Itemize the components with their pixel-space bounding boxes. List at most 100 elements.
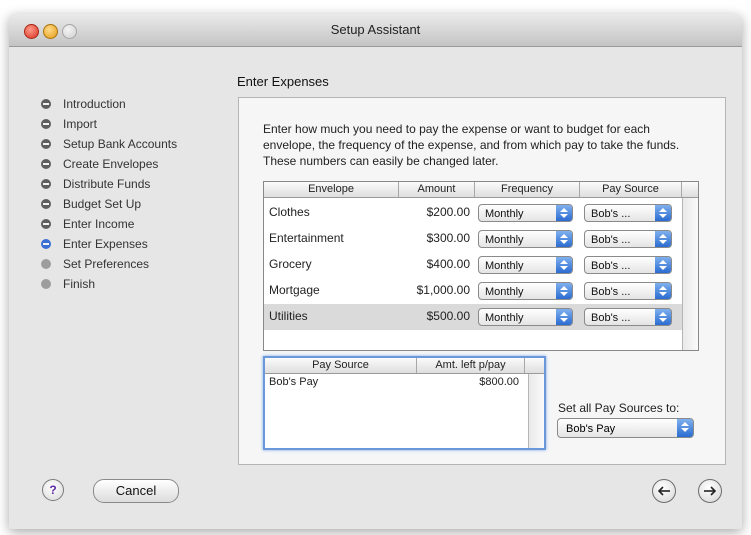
set-all-pay-sources-popup[interactable]: Bob's Pay	[557, 418, 694, 438]
title-bar[interactable]: Setup Assistant	[9, 14, 742, 47]
amount-cell[interactable]: $300.00	[404, 231, 470, 245]
popup-arrows-icon	[655, 205, 671, 221]
page-title: Enter Expenses	[237, 74, 329, 89]
step-label: Create Envelopes	[63, 157, 159, 171]
step-label: Budget Set Up	[63, 197, 142, 211]
pay-source-table-header: Pay Source Amt. left p/pay	[265, 358, 544, 374]
step-done-icon	[41, 199, 51, 209]
step-label: Distribute Funds	[63, 177, 151, 191]
amount-cell[interactable]: $1,000.00	[404, 283, 470, 297]
frequency-popup[interactable]: Monthly	[478, 308, 573, 326]
step-finish: Finish	[41, 274, 177, 294]
envelope-cell: Utilities	[269, 309, 308, 323]
step-label: Enter Income	[63, 217, 135, 231]
pay-source-value: Bob's ...	[591, 260, 631, 272]
window-title: Setup Assistant	[330, 22, 421, 37]
step-done-icon	[41, 139, 51, 149]
popup-arrows-icon	[556, 205, 572, 221]
pay-source-popup[interactable]: Bob's ...	[584, 204, 672, 222]
pay-source-value: Bob's ...	[591, 312, 631, 324]
amount-cell[interactable]: $400.00	[404, 257, 470, 271]
step-setup-bank-accounts: Setup Bank Accounts	[41, 134, 177, 154]
help-button[interactable]: ?	[42, 479, 64, 501]
popup-arrows-icon	[655, 231, 671, 247]
envelope-cell: Grocery	[269, 257, 312, 271]
step-introduction: Introduction	[41, 94, 177, 114]
set-all-pay-sources-value: Bob's Pay	[566, 423, 616, 435]
steps-list: Introduction Import Setup Bank Accounts …	[41, 94, 177, 294]
popup-arrows-icon	[556, 257, 572, 273]
continue-button[interactable]	[698, 479, 722, 503]
step-pending-icon	[41, 279, 51, 289]
step-pending-icon	[41, 259, 51, 269]
popup-arrows-icon	[556, 283, 572, 299]
pay-source-value: Bob's ...	[591, 234, 631, 246]
frequency-value: Monthly	[485, 208, 524, 220]
step-done-icon	[41, 179, 51, 189]
step-done-icon	[41, 99, 51, 109]
column-header-pay-source[interactable]: Pay Source	[580, 182, 682, 197]
popup-arrows-icon	[655, 309, 671, 325]
step-label: Setup Bank Accounts	[63, 137, 178, 151]
step-done-icon	[41, 119, 51, 129]
amount-cell[interactable]: $200.00	[404, 205, 470, 219]
pay-source-value: Bob's ...	[591, 286, 631, 298]
column-header-envelope[interactable]: Envelope	[264, 182, 399, 197]
popup-arrows-icon	[677, 419, 693, 437]
envelope-cell: Clothes	[269, 205, 310, 219]
frequency-popup[interactable]: Monthly	[478, 256, 573, 274]
set-all-pay-sources-label: Set all Pay Sources to:	[558, 401, 680, 415]
frequency-popup[interactable]: Monthly	[478, 230, 573, 248]
pay-source-popup[interactable]: Bob's ...	[584, 256, 672, 274]
content-panel: Enter how much you need to pay the expen…	[238, 97, 726, 465]
setup-assistant-window: Setup Assistant Introduction Import Setu…	[9, 14, 742, 529]
step-label: Enter Expenses	[63, 237, 148, 251]
frequency-value: Monthly	[485, 234, 524, 246]
arrow-left-icon	[657, 486, 670, 496]
table-row[interactable]: Clothes $200.00 Monthly Bob's ...	[264, 200, 682, 226]
pay-source-popup[interactable]: Bob's ...	[584, 308, 672, 326]
step-enter-income: Enter Income	[41, 214, 177, 234]
step-enter-expenses: Enter Expenses	[41, 234, 177, 254]
pay-source-value: Bob's ...	[591, 208, 631, 220]
step-label: Set Preferences	[63, 257, 150, 271]
step-done-icon	[41, 219, 51, 229]
column-header-frequency[interactable]: Frequency	[475, 182, 580, 197]
step-label: Introduction	[63, 97, 126, 111]
step-set-preferences: Set Preferences	[41, 254, 177, 274]
expense-table-scrollbar[interactable]	[682, 198, 698, 350]
step-budget-set-up: Budget Set Up	[41, 194, 177, 214]
popup-arrows-icon	[556, 309, 572, 325]
table-row-selected[interactable]: Utilities $500.00 Monthly Bob's ...	[264, 304, 682, 330]
table-row[interactable]: Mortgage $1,000.00 Monthly Bob's ...	[264, 278, 682, 304]
column-header-pay-source[interactable]: Pay Source	[265, 358, 417, 373]
frequency-value: Monthly	[485, 312, 524, 324]
step-import: Import	[41, 114, 177, 134]
step-label: Finish	[63, 277, 96, 291]
pay-source-popup[interactable]: Bob's ...	[584, 282, 672, 300]
back-button[interactable]	[652, 479, 676, 503]
popup-arrows-icon	[655, 283, 671, 299]
step-create-envelopes: Create Envelopes	[41, 154, 177, 174]
cancel-button[interactable]: Cancel	[93, 479, 179, 503]
step-distribute-funds: Distribute Funds	[41, 174, 177, 194]
expense-table[interactable]: Envelope Amount Frequency Pay Source Clo…	[263, 181, 699, 351]
pay-source-cell: Bob's Pay	[269, 376, 319, 388]
step-done-icon	[41, 159, 51, 169]
pay-source-table[interactable]: Pay Source Amt. left p/pay Bob's Pay $80…	[263, 356, 546, 450]
step-label: Import	[63, 117, 98, 131]
column-header-amount-left[interactable]: Amt. left p/pay	[417, 358, 525, 373]
table-row[interactable]: Entertainment $300.00 Monthly Bob's ...	[264, 226, 682, 252]
amount-cell[interactable]: $500.00	[404, 309, 470, 323]
table-row[interactable]: Grocery $400.00 Monthly Bob's ...	[264, 252, 682, 278]
step-current-icon	[41, 239, 51, 249]
instructions-text: Enter how much you need to pay the expen…	[263, 122, 680, 168]
pay-source-popup[interactable]: Bob's ...	[584, 230, 672, 248]
frequency-popup[interactable]: Monthly	[478, 204, 573, 222]
frequency-popup[interactable]: Monthly	[478, 282, 573, 300]
arrow-right-icon	[704, 486, 717, 496]
expense-table-header: Envelope Amount Frequency Pay Source	[264, 182, 698, 198]
amount-left-cell: $800.00	[479, 376, 519, 388]
column-header-amount[interactable]: Amount	[399, 182, 475, 197]
pay-source-table-scrollbar[interactable]	[528, 374, 544, 448]
